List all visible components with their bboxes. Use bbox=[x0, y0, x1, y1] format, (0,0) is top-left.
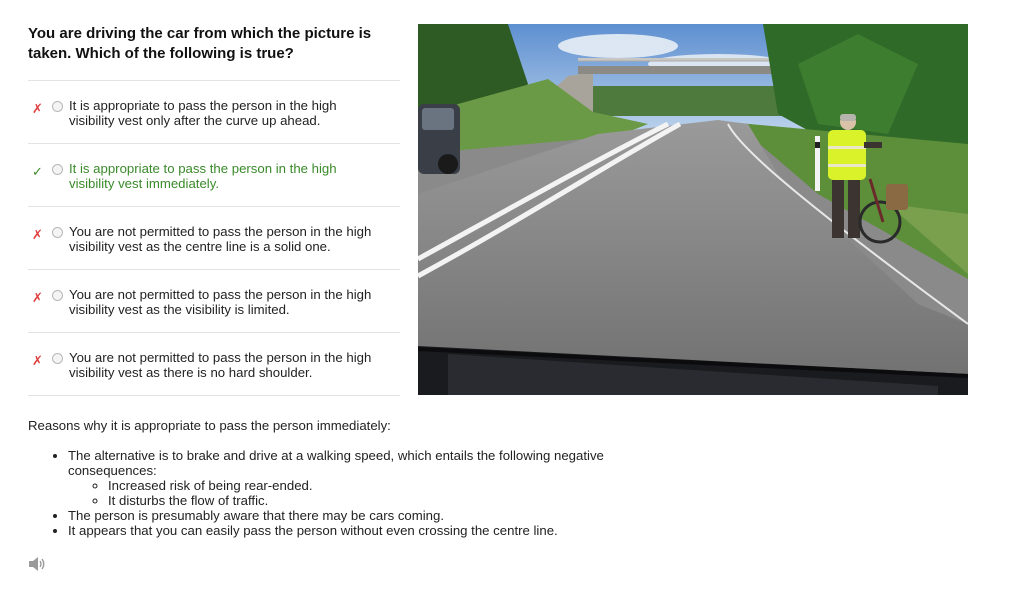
road-scene-photo bbox=[418, 24, 968, 395]
explanation-list: The alternative is to brake and drive at… bbox=[28, 448, 648, 538]
radio-button[interactable] bbox=[52, 101, 63, 112]
answer-option-label: You are not permitted to pass the person… bbox=[69, 350, 389, 380]
answer-option[interactable]: ✓ It is appropriate to pass the person i… bbox=[28, 143, 400, 206]
answer-label-line-1: It is appropriate to pass the person in … bbox=[69, 98, 337, 113]
speaker-icon[interactable] bbox=[28, 556, 46, 572]
answer-option[interactable]: ✗ You are not permitted to pass the pers… bbox=[28, 332, 400, 396]
explanation-sublist: Increased risk of being rear-ended. It d… bbox=[68, 478, 648, 508]
explanation-bullet: It appears that you can easily pass the … bbox=[68, 523, 648, 538]
answer-label-line-1: You are not permitted to pass the person… bbox=[69, 350, 372, 365]
cross-mark-icon: ✗ bbox=[32, 227, 43, 242]
answer-option-label: It is appropriate to pass the person in … bbox=[69, 98, 389, 128]
answer-options: ✗ It is appropriate to pass the person i… bbox=[28, 80, 400, 396]
check-mark-icon: ✓ bbox=[32, 164, 43, 179]
cross-mark-icon: ✗ bbox=[32, 290, 43, 305]
explanation-bullet-text: The alternative is to brake and drive at… bbox=[68, 448, 604, 478]
question-line-1: You are driving the car from which the p… bbox=[28, 25, 372, 42]
radio-button[interactable] bbox=[52, 353, 63, 364]
radio-button[interactable] bbox=[52, 164, 63, 175]
answer-label-line-1: You are not permitted to pass the person… bbox=[69, 224, 372, 239]
explanation-subbullet: It disturbs the flow of traffic. bbox=[108, 493, 648, 508]
explanation-bullet: The alternative is to brake and drive at… bbox=[68, 448, 648, 508]
answer-label-line-2: visibility vest as the centre line is a … bbox=[69, 239, 331, 254]
answer-option-label: You are not permitted to pass the person… bbox=[69, 287, 389, 317]
radio-button[interactable] bbox=[52, 290, 63, 301]
answer-label-line-2: visibility vest immediately. bbox=[69, 176, 219, 191]
answer-label-line-2: visibility vest only after the curve up … bbox=[69, 113, 321, 128]
answer-option[interactable]: ✗ You are not permitted to pass the pers… bbox=[28, 269, 400, 332]
answer-option[interactable]: ✗ It is appropriate to pass the person i… bbox=[28, 80, 400, 143]
answer-option-label: You are not permitted to pass the person… bbox=[69, 224, 389, 254]
answer-label-line-1: It is appropriate to pass the person in … bbox=[69, 161, 337, 176]
question-line-2: taken. Which of the following is true? bbox=[28, 45, 294, 62]
answer-label-line-1: You are not permitted to pass the person… bbox=[69, 287, 372, 302]
answer-label-line-2: visibility vest as the visibility is lim… bbox=[69, 302, 290, 317]
explanation-heading: Reasons why it is appropriate to pass th… bbox=[28, 418, 391, 433]
question-text: You are driving the car from which the p… bbox=[28, 24, 400, 64]
answer-label-line-2: visibility vest as there is no hard shou… bbox=[69, 365, 313, 380]
explanation-bullet: The person is presumably aware that ther… bbox=[68, 508, 648, 523]
answer-option-label: It is appropriate to pass the person in … bbox=[69, 161, 389, 191]
explanation-subbullet: Increased risk of being rear-ended. bbox=[108, 478, 648, 493]
cross-mark-icon: ✗ bbox=[32, 353, 43, 368]
radio-button[interactable] bbox=[52, 227, 63, 238]
answer-option[interactable]: ✗ You are not permitted to pass the pers… bbox=[28, 206, 400, 269]
cross-mark-icon: ✗ bbox=[32, 101, 43, 116]
explanation-section: Reasons why it is appropriate to pass th… bbox=[28, 418, 648, 538]
